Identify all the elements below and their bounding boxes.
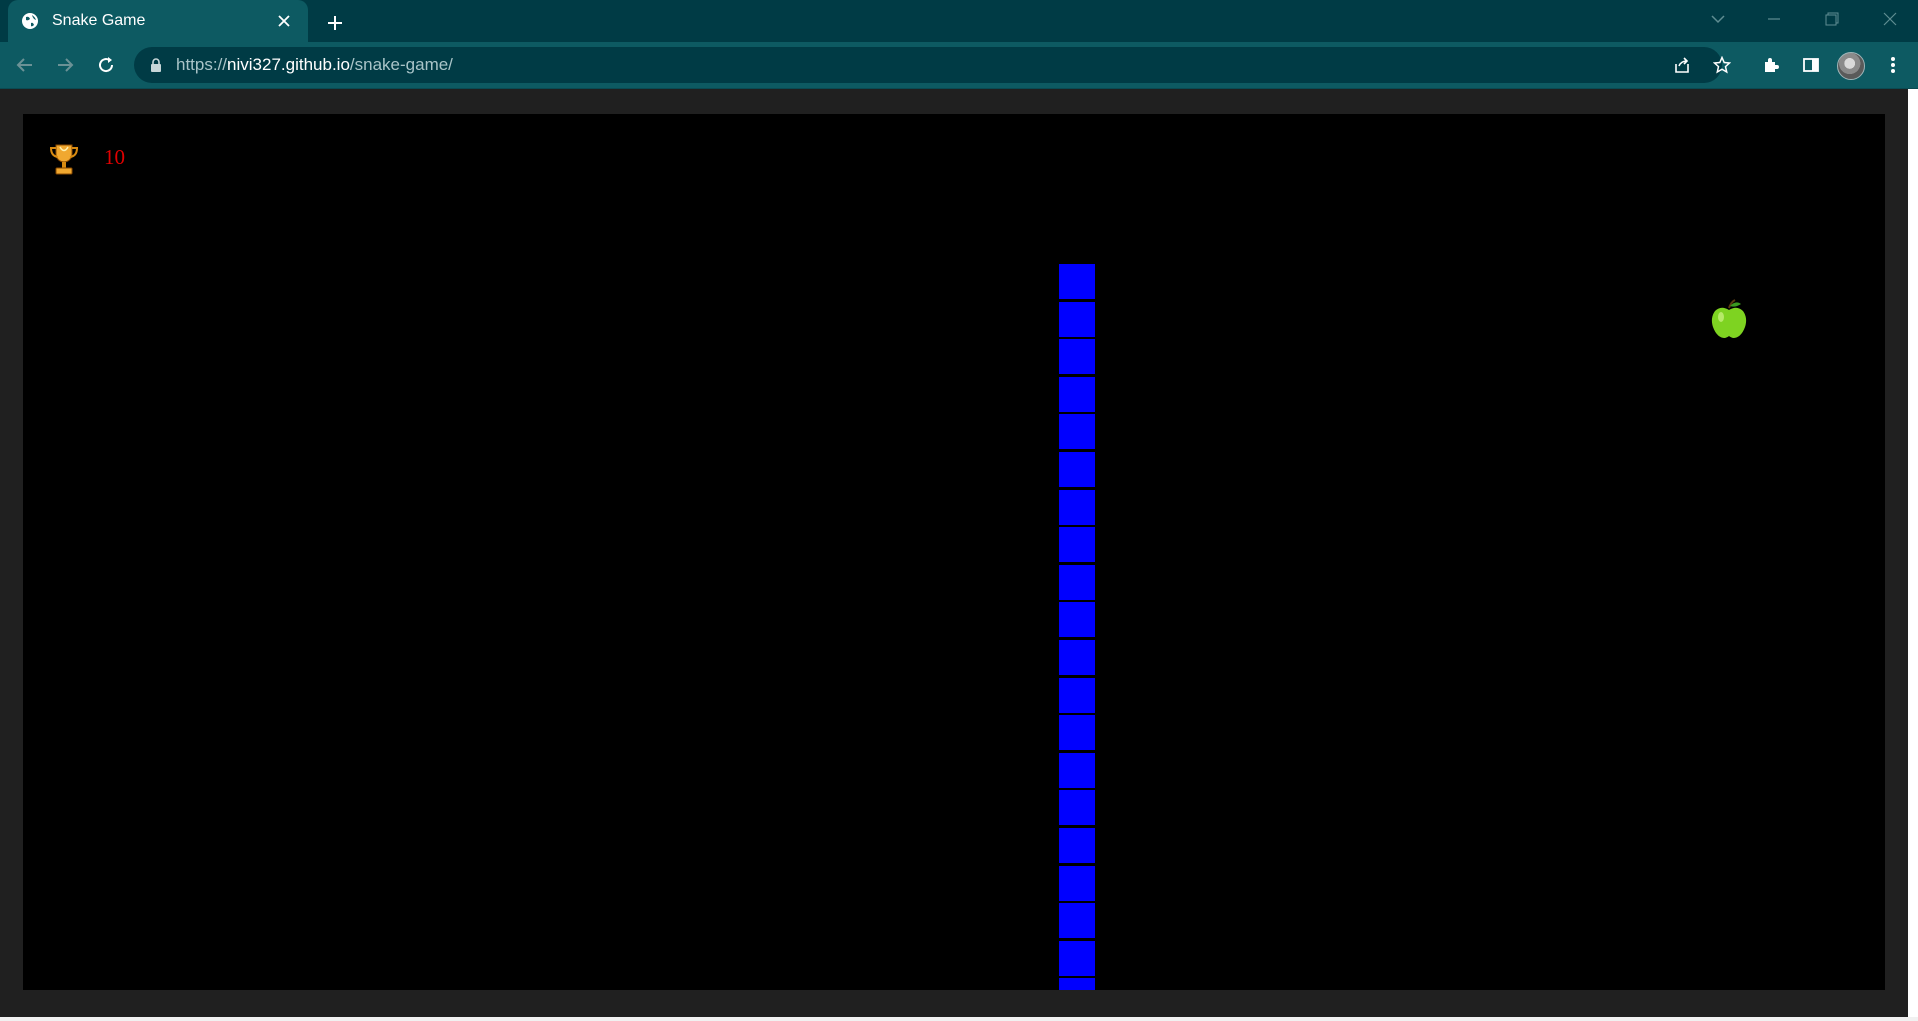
tab-close-icon[interactable] (272, 9, 296, 33)
snake-segment (1059, 865, 1095, 901)
new-tab-icon[interactable] (321, 9, 349, 37)
snake-segment (1059, 715, 1095, 751)
back-icon[interactable] (10, 50, 40, 80)
snake-head (1059, 264, 1095, 299)
snake-segment (1059, 790, 1095, 826)
snake-segment (1059, 527, 1095, 563)
snake-segment (1059, 828, 1095, 863)
browser-titlebar: Snake Game (0, 0, 1918, 42)
window-bottom-edge (0, 1017, 1918, 1021)
browser-toolbar: https://nivi327.github.io/snake-game/ (0, 42, 1918, 89)
lock-icon[interactable] (148, 57, 164, 73)
snake-segment (1059, 489, 1095, 525)
snake-segment (1059, 940, 1095, 976)
url-path: /snake-game/ (349, 55, 453, 74)
snake-segment (1059, 640, 1095, 675)
browser-tab-active[interactable]: Snake Game (8, 0, 308, 42)
snake-segment (1059, 301, 1095, 337)
snake-segment (1059, 752, 1095, 788)
profile-avatar[interactable] (1837, 52, 1865, 80)
scrollbar-edge (1908, 89, 1918, 1017)
globe-icon (20, 11, 40, 31)
minimize-icon[interactable] (1746, 0, 1802, 38)
menu-kebab-icon[interactable] (1878, 50, 1908, 80)
address-bar[interactable]: https://nivi327.github.io/snake-game/ (134, 47, 1722, 83)
tab-title: Snake Game (52, 12, 146, 29)
snake-segment (1059, 376, 1095, 412)
reload-icon[interactable] (91, 50, 121, 80)
snake-segment (1059, 978, 1095, 990)
bookmark-star-icon[interactable] (1707, 50, 1737, 80)
forward-icon[interactable] (50, 50, 80, 80)
snake-segment (1059, 452, 1095, 487)
game-board[interactable]: 10 (23, 114, 1885, 990)
url-host: nivi327.github.io (227, 55, 350, 74)
close-window-icon[interactable] (1862, 0, 1918, 38)
snake-segment (1059, 602, 1095, 638)
trophy-icon (49, 142, 79, 176)
tab-search-icon[interactable] (1690, 0, 1746, 38)
snake-segment (1059, 903, 1095, 939)
side-panel-icon[interactable] (1796, 50, 1826, 80)
url-text[interactable]: https://nivi327.github.io/snake-game/ (176, 55, 453, 75)
snake-segment (1059, 677, 1095, 713)
share-icon[interactable] (1667, 50, 1697, 80)
score-value: 10 (104, 145, 125, 169)
apple-icon (1709, 298, 1749, 340)
snake-segment (1059, 414, 1095, 450)
restore-icon[interactable] (1804, 0, 1860, 38)
url-scheme: https:// (176, 55, 228, 74)
snake-segment (1059, 564, 1095, 600)
snake-segment (1059, 339, 1095, 375)
extensions-icon[interactable] (1756, 50, 1786, 80)
